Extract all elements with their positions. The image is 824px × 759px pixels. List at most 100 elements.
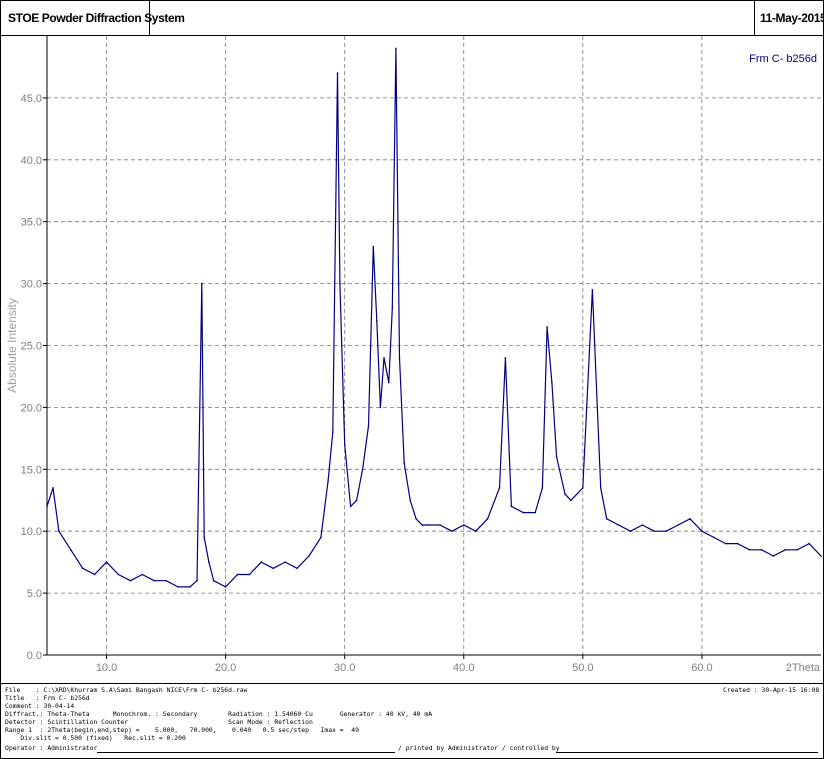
x-tick-label: 50.0 [572, 662, 593, 674]
y-tick-label: 30.0 [21, 279, 42, 291]
data-point [665, 530, 667, 532]
data-point [208, 561, 210, 563]
data-point [551, 381, 553, 384]
data-point [248, 573, 251, 576]
data-point [224, 586, 227, 588]
data-point [320, 536, 322, 539]
data-point [486, 518, 489, 520]
diffraction-pattern-line [46, 47, 822, 588]
report-frame: STOE Powder Diffraction System 11-May-20… [0, 0, 824, 759]
printed-by-line: / printed by Administrator / controlled … [398, 744, 560, 752]
data-point [141, 573, 144, 576]
data-point [81, 567, 84, 570]
data-point [355, 499, 358, 502]
data-point [748, 549, 751, 551]
data-point [641, 524, 644, 526]
data-point [772, 555, 775, 557]
data-point [196, 579, 198, 582]
data-point [165, 579, 167, 582]
data-point [541, 487, 544, 489]
data-point [498, 487, 501, 489]
data-point [504, 357, 507, 359]
data-point [52, 487, 54, 489]
data-point [796, 549, 798, 551]
x-axis-title: 2Theta [786, 662, 821, 674]
operator-line: Operator : Administrator [5, 744, 98, 752]
data-point [510, 505, 513, 508]
y-tick-label: 15.0 [21, 464, 42, 476]
date-cell: 11-May-2015 [754, 1, 824, 35]
data-point [701, 530, 703, 532]
data-point [383, 357, 385, 359]
created-line: Created : 30-Apr-15 16:08 : [723, 686, 824, 694]
data-point [689, 518, 691, 520]
data-point [427, 524, 429, 526]
data-point [439, 524, 441, 526]
title-line: Title : Frm C- b256d [5, 694, 90, 702]
data-point [555, 456, 558, 458]
data-point [582, 487, 584, 489]
data-point [534, 511, 536, 514]
data-point [591, 289, 594, 291]
system-title: STOE Powder Diffraction System [8, 11, 185, 25]
data-point [570, 499, 572, 502]
data-point [201, 282, 203, 285]
data-point [421, 524, 423, 526]
data-point [808, 542, 810, 545]
data-point [617, 524, 620, 526]
legend-label: Frm C- b256d [749, 53, 817, 65]
data-point [599, 487, 602, 489]
data-point [653, 530, 656, 532]
data-point [272, 567, 275, 570]
data-point [463, 524, 465, 526]
data-point [564, 493, 566, 495]
x-tick-label: 20.0 [215, 662, 236, 674]
data-point [820, 555, 822, 557]
file-line: File : C:\XRD\Khurram S.A\Sami Bangash N… [5, 686, 248, 694]
data-point [308, 555, 310, 557]
data-point [522, 511, 525, 514]
data-point [260, 561, 263, 563]
label-layer: 0.0 5.0 10.0 15.0 20.0 25.0 30.0 35.0 40.0 45.0 10… [5, 53, 821, 674]
data-point [451, 530, 453, 532]
data-point [391, 307, 394, 310]
y-tick-label: 20.0 [21, 402, 42, 414]
data-point [403, 462, 406, 464]
data-point [296, 567, 298, 570]
data-point [474, 530, 477, 532]
data-point [58, 530, 60, 532]
range-line: Range 1 : 2Theta(begin,end,step) = 5.000… [5, 726, 359, 734]
data-point [395, 47, 397, 50]
data-point [398, 357, 401, 359]
detector-line: Detector : Scintillation Counter Scan Mo… [5, 718, 313, 726]
x-tick-label: 30.0 [334, 662, 355, 674]
y-axis-title: Absolute Intensity [5, 298, 19, 393]
data-point [367, 425, 370, 427]
data-point [760, 549, 763, 551]
data-point [736, 542, 739, 545]
data-point [388, 381, 390, 384]
operator-underline [97, 752, 395, 753]
report-header: STOE Powder Diffraction System 11-May-20… [1, 1, 824, 36]
data-point [46, 505, 48, 508]
data-point [349, 505, 352, 508]
comment-line: Comment : 30-04-14 [5, 702, 75, 710]
data-point [784, 549, 787, 551]
report-date: 11-May-2015 [760, 11, 824, 25]
x-tick-label: 60.0 [691, 662, 712, 674]
data-point [236, 573, 239, 576]
x-tick-label: 40.0 [453, 662, 474, 674]
data-point [327, 480, 329, 483]
controlled-by-underline [556, 752, 818, 753]
x-tick-label: 10.0 [96, 662, 117, 674]
axis-layer [43, 36, 821, 659]
slit-line: Div.slit = 0.500 (fixed) Rec.slit = 0.20… [5, 734, 186, 742]
data-point [713, 536, 715, 539]
data-point [212, 579, 215, 582]
y-tick-label: 0.0 [27, 650, 42, 662]
data-point [332, 431, 334, 434]
data-point [336, 72, 339, 74]
data-point [284, 561, 287, 563]
y-tick-label: 35.0 [21, 217, 42, 229]
data-point [409, 499, 412, 502]
